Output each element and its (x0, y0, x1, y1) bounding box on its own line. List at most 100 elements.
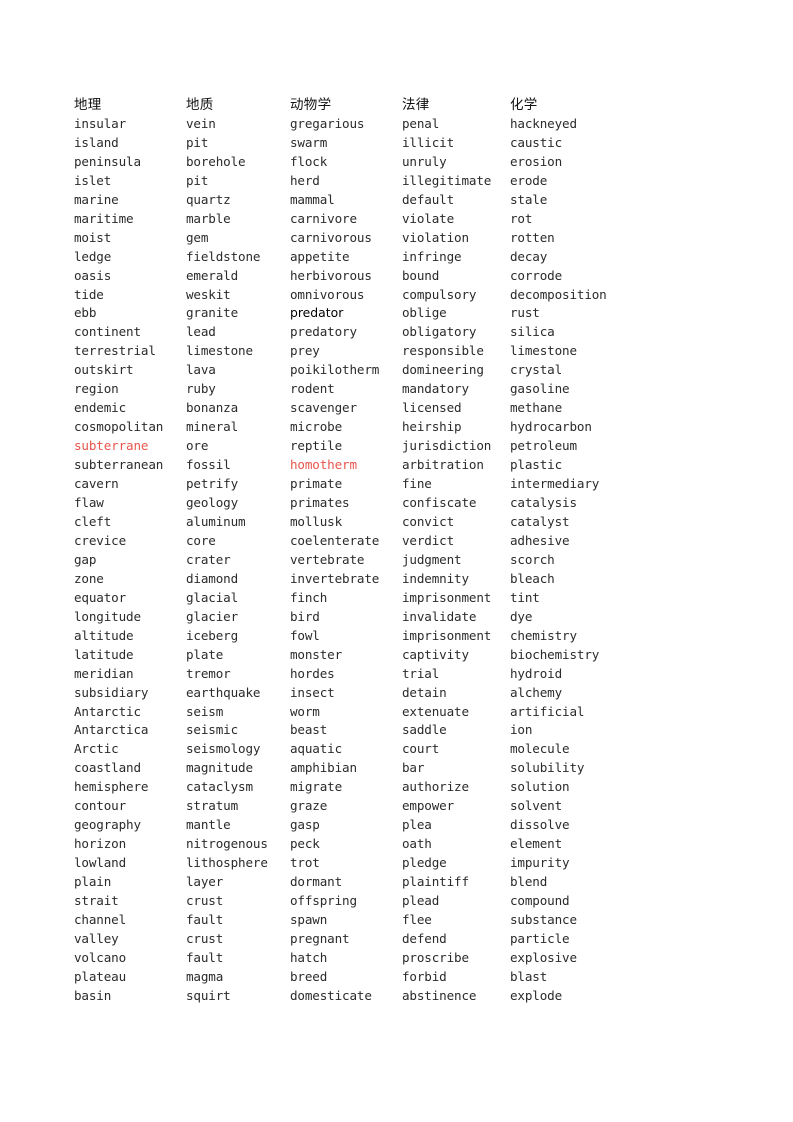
word-cell-zoology: amphibian (290, 760, 357, 776)
word-cell-law: invalidate (402, 608, 477, 624)
word-cell-geography: Arctic (74, 741, 119, 757)
table-header-row-group: 地理 地质 动物学 法律 化学 (74, 96, 660, 115)
column-header-geography: 地理 (74, 97, 102, 113)
word-cell-geography: subterranean (74, 457, 164, 473)
word-cell-law: heirship (402, 419, 462, 435)
word-cell-law: default (402, 191, 455, 207)
word-cell-zoology: worm (290, 703, 320, 719)
word-cell-geology: tremor (186, 665, 231, 681)
table-row: islet pit herd illegitimate erode (74, 172, 660, 191)
word-cell-zoology: homotherm (290, 457, 357, 473)
word-cell-law: verdict (402, 532, 455, 548)
word-cell-law: flee (402, 911, 432, 927)
word-cell-zoology: graze (290, 798, 328, 814)
table-row: ebb granite predator oblige rust (74, 304, 660, 323)
table-row: plateau magma breed forbid blast (74, 968, 660, 987)
word-cell-geology: layer (186, 874, 224, 890)
word-cell-geography: Antarctic (74, 703, 141, 719)
word-cell-geology: stratum (186, 798, 239, 814)
word-cell-geology: gem (186, 229, 209, 245)
table-row: outskirt lava poikilotherm domineering cryst… (74, 361, 660, 380)
word-cell-geology: plate (186, 646, 224, 662)
word-cell-chemistry: catalyst (510, 513, 570, 529)
word-cell-geology: seismic (186, 722, 239, 738)
word-cell-zoology: hatch (290, 949, 328, 965)
word-cell-law: proscribe (402, 949, 469, 965)
word-cell-chemistry: particle (510, 930, 570, 946)
table-row: terrestrial limestone prey responsible limes… (74, 342, 660, 361)
table-row: subterrane ore reptile jurisdiction petroleu… (74, 437, 660, 456)
word-cell-geology: nitrogenous (186, 836, 268, 852)
word-cell-zoology: aquatic (290, 741, 343, 757)
word-cell-zoology: mollusk (290, 513, 343, 529)
word-cell-chemistry: biochemistry (510, 646, 600, 662)
word-cell-geography: cleft (74, 513, 112, 529)
word-cell-geography: geography (74, 817, 141, 833)
word-cell-zoology: breed (290, 968, 328, 984)
word-cell-zoology: rodent (290, 381, 335, 397)
table-row: longitude glacier bird invalidate dye (74, 608, 660, 627)
word-cell-empty (186, 1006, 290, 1025)
word-cell-geography: Antarctica (74, 722, 149, 738)
word-cell-geography: peninsula (74, 153, 141, 169)
word-cell-geography: basin (74, 987, 112, 1003)
word-cell-geology: cataclysm (186, 779, 253, 795)
word-cell-law: arbitration (402, 457, 484, 473)
word-cell-geology: pit (186, 172, 209, 188)
word-cell-geology: lead (186, 324, 216, 340)
word-cell-zoology: migrate (290, 779, 343, 795)
word-cell-chemistry: rust (510, 305, 540, 321)
table-row: contour stratum graze empower solvent (74, 797, 660, 816)
word-cell-geology: quartz (186, 191, 231, 207)
word-cell-law: unruly (402, 153, 447, 169)
word-cell-geography: region (74, 381, 119, 397)
word-cell-zoology: domesticate (290, 987, 372, 1003)
word-cell-chemistry: methane (510, 400, 563, 416)
word-cell-geology: aluminum (186, 513, 246, 529)
word-cell-law: bar (402, 760, 425, 776)
table-row: Arctic seismology aquatic court molecule (74, 740, 660, 759)
word-cell-geology: ore (186, 438, 209, 454)
word-cell-law: defend (402, 930, 447, 946)
word-cell-zoology: omnivorous (290, 286, 365, 302)
word-cell-geology: magnitude (186, 760, 253, 776)
column-header-law: 法律 (402, 97, 430, 113)
word-cell-zoology: appetite (290, 248, 350, 264)
table-row: oasis emerald herbivorous bound corrode (74, 267, 660, 286)
word-cell-geography: insular (74, 115, 127, 131)
word-cell-chemistry: blend (510, 874, 548, 890)
word-cell-geography: subsidiary (74, 684, 149, 700)
word-cell-chemistry: scorch (510, 551, 555, 567)
word-cell-law: empower (402, 798, 455, 814)
table-row: tide weskit omnivorous compulsory decomposit… (74, 286, 660, 305)
word-cell-law: court (402, 741, 440, 757)
word-cell-geography: maritime (74, 210, 134, 226)
word-cell-geography: meridian (74, 665, 134, 681)
word-cell-law: forbid (402, 968, 447, 984)
word-cell-zoology: fowl (290, 627, 320, 643)
word-cell-law: saddle (402, 722, 447, 738)
table-row: ledge fieldstone appetite infringe decay (74, 248, 660, 267)
word-cell-law: penal (402, 115, 440, 131)
word-cell-geography: island (74, 134, 119, 150)
table-row: horizon nitrogenous peck oath element (74, 835, 660, 854)
word-cell-law: jurisdiction (402, 438, 492, 454)
word-cell-chemistry: decomposition (510, 286, 607, 302)
word-cell-zoology: microbe (290, 419, 343, 435)
word-cell-law: convict (402, 513, 455, 529)
vocabulary-table: 地理 地质 动物学 法律 化学 insular vein gregarious pen… (74, 96, 660, 1025)
word-cell-zoology: herbivorous (290, 267, 372, 283)
word-cell-law: confiscate (402, 495, 477, 511)
word-cell-geography: endemic (74, 400, 127, 416)
table-row: cosmopolitan mineral microbe heirship hydroc… (74, 418, 660, 437)
word-cell-geology: fault (186, 949, 224, 965)
word-cell-geography: cosmopolitan (74, 419, 164, 435)
word-cell-chemistry: solution (510, 779, 570, 795)
word-cell-zoology: monster (290, 646, 343, 662)
word-cell-chemistry: catalysis (510, 495, 577, 511)
word-cell-geology: pit (186, 134, 209, 150)
table-row: basin squirt domesticate abstinence explode (74, 987, 660, 1006)
word-cell-geography: latitude (74, 646, 134, 662)
word-cell-law: oblige (402, 305, 447, 321)
word-cell-zoology: mammal (290, 191, 335, 207)
